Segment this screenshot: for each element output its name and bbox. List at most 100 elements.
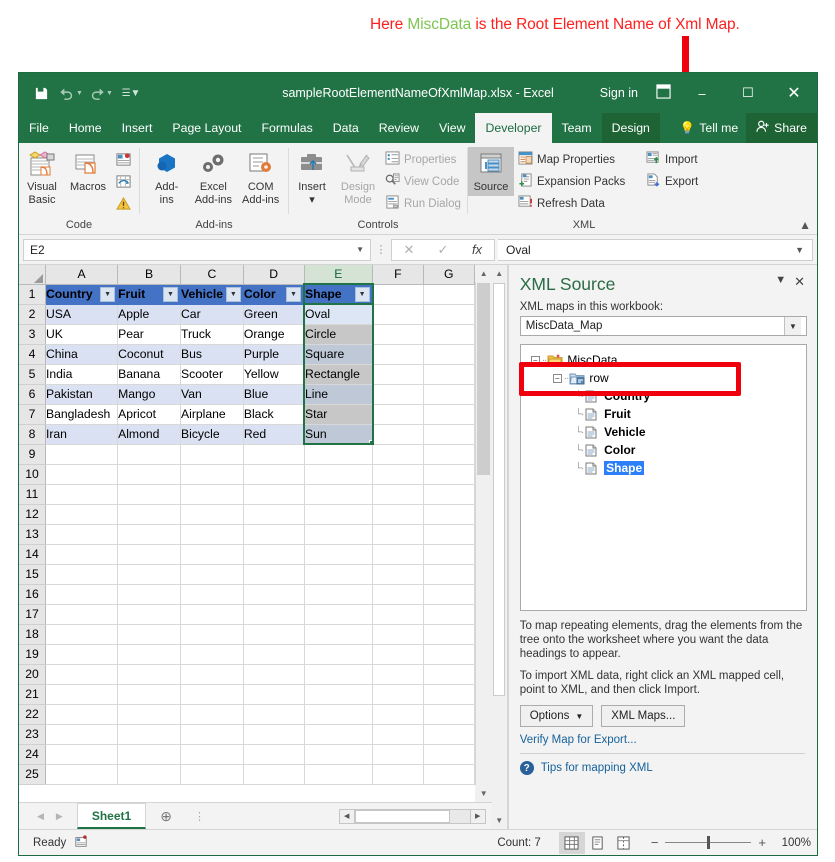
cell-f11[interactable] [373, 484, 424, 504]
cell-d19[interactable] [243, 644, 304, 664]
filter-dropdown-icon-d[interactable]: ▼ [286, 287, 301, 302]
xml-tree-node-root[interactable]: − ·· MiscData [527, 351, 806, 369]
excel-addins-button[interactable]: Excel Add-ins [190, 147, 237, 208]
cell-b10[interactable] [118, 464, 181, 484]
cell-b20[interactable] [118, 664, 181, 684]
cell-a15[interactable] [45, 564, 117, 584]
cell-d8[interactable]: Red [243, 424, 304, 444]
addins-store-button[interactable]: Add- ins [144, 147, 190, 208]
cell-d16[interactable] [243, 584, 304, 604]
view-code-button[interactable]: View Code [381, 171, 465, 192]
cell-e3[interactable]: Circle [304, 324, 373, 344]
column-header-d[interactable]: D [243, 265, 304, 284]
column-header-b[interactable]: B [118, 265, 181, 284]
cell-g9[interactable] [423, 444, 474, 464]
xml-map-select[interactable]: MiscData_Map ▼ [520, 316, 807, 336]
cell-c9[interactable] [181, 444, 244, 464]
row-header-17[interactable]: 17 [19, 604, 45, 624]
row-header-12[interactable]: 12 [19, 504, 45, 524]
cell-f8[interactable] [373, 424, 424, 444]
cell-f17[interactable] [373, 604, 424, 624]
cell-d23[interactable] [243, 724, 304, 744]
cell-f3[interactable] [373, 324, 424, 344]
tab-review[interactable]: Review [369, 113, 429, 143]
cell-e9[interactable] [304, 444, 373, 464]
verify-map-link[interactable]: Verify Map for Export... [509, 727, 817, 746]
cell-f19[interactable] [373, 644, 424, 664]
cell-b18[interactable] [118, 624, 181, 644]
row-header-9[interactable]: 9 [19, 444, 45, 464]
cell-g2[interactable] [423, 304, 474, 324]
cell-f4[interactable] [373, 344, 424, 364]
cell-f9[interactable] [373, 444, 424, 464]
row-header-11[interactable]: 11 [19, 484, 45, 504]
cell-d1[interactable]: Color ▼ [243, 284, 304, 304]
cell-e21[interactable] [304, 684, 373, 704]
cell-e15[interactable] [304, 564, 373, 584]
row-header-15[interactable]: 15 [19, 564, 45, 584]
cell-b12[interactable] [118, 504, 181, 524]
row-header-5[interactable]: 5 [19, 364, 45, 384]
tab-insert[interactable]: Insert [112, 113, 163, 143]
cell-c11[interactable] [181, 484, 244, 504]
grid[interactable]: A B C D E F G 1 Country [19, 265, 475, 802]
tell-me-box[interactable]: 💡 Tell me [672, 113, 746, 143]
cell-b9[interactable] [118, 444, 181, 464]
cell-g17[interactable] [423, 604, 474, 624]
add-sheet-icon[interactable]: ⊕ [146, 808, 186, 825]
cell-e24[interactable] [304, 744, 373, 764]
row-header-1[interactable]: 1 [19, 284, 45, 304]
xml-tree-leaf-vehicle[interactable]: └· Vehicle [527, 423, 806, 441]
cell-d9[interactable] [243, 444, 304, 464]
cell-g14[interactable] [423, 544, 474, 564]
row-header-7[interactable]: 7 [19, 404, 45, 424]
cell-b23[interactable] [118, 724, 181, 744]
scroll-up-icon[interactable]: ▲ [475, 265, 492, 282]
cell-g23[interactable] [423, 724, 474, 744]
cell-f15[interactable] [373, 564, 424, 584]
row-header-22[interactable]: 22 [19, 704, 45, 724]
cell-e7[interactable]: Star [304, 404, 373, 424]
cell-c19[interactable] [181, 644, 244, 664]
row-header-24[interactable]: 24 [19, 744, 45, 764]
page-layout-view-button[interactable] [585, 832, 611, 854]
macros-button[interactable]: Macros [65, 147, 111, 196]
next-sheet-icon[interactable]: ▶ [56, 811, 63, 822]
cell-b13[interactable] [118, 524, 181, 544]
cell-f2[interactable] [373, 304, 424, 324]
cell-g22[interactable] [423, 704, 474, 724]
cell-g18[interactable] [423, 624, 474, 644]
cell-c4[interactable]: Bus [181, 344, 244, 364]
cell-a18[interactable] [45, 624, 117, 644]
cell-d6[interactable]: Blue [243, 384, 304, 404]
xml-tree-leaf-shape[interactable]: └· Shape [527, 459, 806, 477]
collapse-toggle-icon[interactable]: − [531, 356, 540, 365]
row-header-18[interactable]: 18 [19, 624, 45, 644]
formula-bar-splitter[interactable]: ⋮ [371, 243, 391, 256]
row-header-4[interactable]: 4 [19, 344, 45, 364]
options-button[interactable]: Options ▼ [520, 705, 594, 727]
cell-g21[interactable] [423, 684, 474, 704]
cell-a21[interactable] [45, 684, 117, 704]
filter-dropdown-icon-b[interactable]: ▼ [163, 287, 178, 302]
cell-a10[interactable] [45, 464, 117, 484]
cell-f25[interactable] [373, 764, 424, 784]
cell-c3[interactable]: Truck [181, 324, 244, 344]
cell-g20[interactable] [423, 664, 474, 684]
cell-e19[interactable] [304, 644, 373, 664]
filter-dropdown-icon-e[interactable]: ▼ [355, 287, 370, 302]
cell-g4[interactable] [423, 344, 474, 364]
tab-home[interactable]: Home [59, 113, 112, 143]
cell-e22[interactable] [304, 704, 373, 724]
cell-d11[interactable] [243, 484, 304, 504]
zoom-slider-track[interactable] [665, 842, 751, 843]
import-button[interactable]: Import [642, 149, 722, 170]
cell-d25[interactable] [243, 764, 304, 784]
page-break-view-button[interactable] [611, 832, 637, 854]
name-box-chevron-down-icon[interactable]: ▼ [356, 245, 364, 254]
column-header-a[interactable]: A [45, 265, 117, 284]
row-header-14[interactable]: 14 [19, 544, 45, 564]
grid-vertical-scrollbar[interactable]: ▲ ▼ [475, 265, 492, 802]
cell-c25[interactable] [181, 764, 244, 784]
cell-g5[interactable] [423, 364, 474, 384]
